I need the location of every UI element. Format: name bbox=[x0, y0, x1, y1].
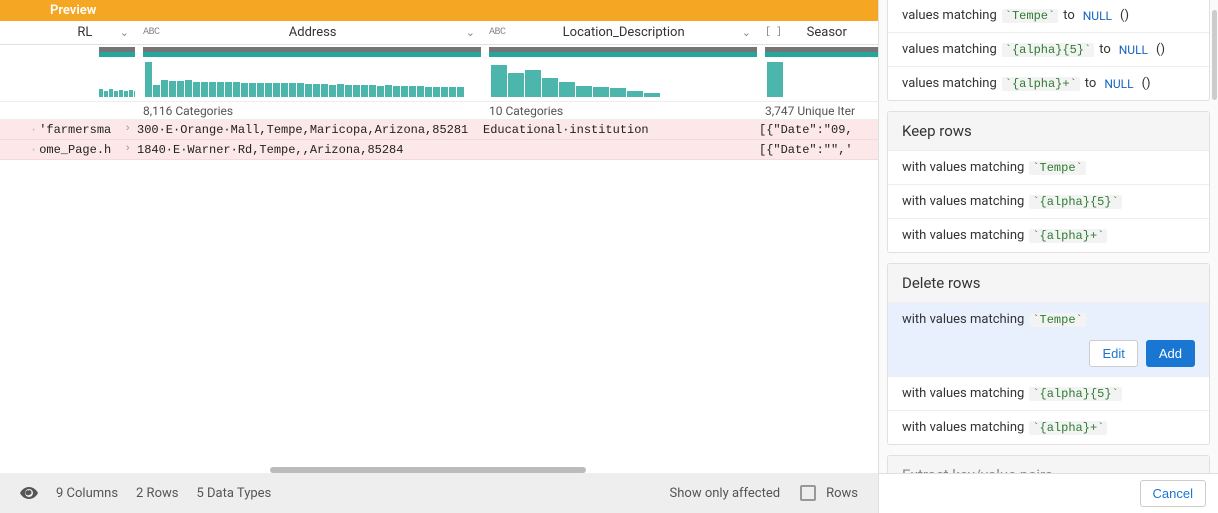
cell-seas: [{"Date":"",' bbox=[757, 143, 878, 157]
suggestion-item[interactable]: with values matching `{alpha}+` bbox=[888, 410, 1209, 444]
footer-columns: 9 Columns bbox=[56, 486, 118, 501]
table-row[interactable]: ·'farmersma › 300·E·Orange·Mall,Tempe,Ma… bbox=[0, 120, 878, 140]
group-header-delete: Delete rows bbox=[888, 264, 1209, 302]
grid-footer: 9 Columns 2 Rows 5 Data Types Show only … bbox=[0, 473, 878, 513]
preview-tab[interactable]: Preview bbox=[0, 0, 878, 21]
add-button[interactable]: Add bbox=[1146, 340, 1195, 367]
histogram-address[interactable] bbox=[135, 45, 481, 101]
suggestion-group-delete: Delete rows with values matching `Tempe`… bbox=[887, 263, 1210, 445]
type-badge: [ ] bbox=[765, 27, 782, 38]
suggestion-item[interactable]: with values matching `Tempe` bbox=[888, 150, 1209, 184]
column-header-location[interactable]: ABC Location_Description ⌄ bbox=[481, 21, 757, 44]
suggestions-footer: Cancel bbox=[879, 473, 1218, 513]
stats-seas: 3,747 Unique Iter bbox=[757, 104, 878, 118]
stats-addr: 8,116 Categories bbox=[135, 104, 481, 118]
suggestion-item[interactable]: with values matching `{alpha}{5}` bbox=[888, 376, 1209, 410]
column-name: Location_Description bbox=[506, 25, 742, 40]
suggestions-panel: values matching `Tempe` to NULL()values … bbox=[878, 0, 1218, 513]
group-header-extract: Extract key/value pairs bbox=[888, 456, 1209, 473]
cancel-button[interactable]: Cancel bbox=[1140, 480, 1206, 507]
show-only-affected-label: Show only affected bbox=[670, 486, 781, 501]
suggestion-item[interactable]: values matching `{alpha}{5}` to NULL() bbox=[888, 32, 1209, 66]
chevron-right-icon[interactable]: › bbox=[124, 143, 131, 155]
histogram-location[interactable] bbox=[481, 45, 757, 101]
cell-addr: 300·E·Orange·Mall,Tempe,Maricopa,Arizona… bbox=[135, 123, 481, 137]
chevron-down-icon[interactable]: ⌄ bbox=[466, 26, 475, 39]
suggestion-group-keep: Keep rows with values matching `Tempe`wi… bbox=[887, 111, 1210, 253]
data-rows: ·'farmersma › 300·E·Orange·Mall,Tempe,Ma… bbox=[0, 120, 878, 513]
suggestion-item[interactable]: with values matching `{alpha}{5}` bbox=[888, 184, 1209, 218]
footer-rows-label: Rows bbox=[826, 486, 858, 501]
column-name: RL bbox=[50, 25, 120, 40]
histogram-row bbox=[0, 45, 878, 102]
eye-icon[interactable] bbox=[20, 484, 38, 503]
chevron-down-icon[interactable]: ⌄ bbox=[742, 26, 751, 39]
columns-header: RL ⌄ ABC Address ⌄ ABC Location_Descript… bbox=[0, 21, 878, 45]
cell-url: ·ome_Page.h › bbox=[0, 143, 135, 157]
histogram-url[interactable] bbox=[0, 45, 135, 101]
chevron-right-icon[interactable]: › bbox=[124, 123, 131, 135]
column-header-seasons[interactable]: [ ] Seasor bbox=[757, 21, 878, 44]
suggestion-item[interactable]: values matching `Tempe` to NULL() bbox=[888, 0, 1209, 32]
suggestion-item[interactable]: with values matching `{alpha}+` bbox=[888, 218, 1209, 252]
suggestion-item[interactable]: values matching `{alpha}+` to NULL() bbox=[888, 66, 1209, 100]
footer-types: 5 Data Types bbox=[196, 486, 271, 501]
footer-rows: 2 Rows bbox=[136, 486, 178, 501]
cell-addr: 1840·E·Warner·Rd,Tempe,,Arizona,85284 bbox=[135, 143, 481, 157]
column-name: Seasor bbox=[782, 25, 872, 40]
type-badge: ABC bbox=[489, 27, 506, 38]
group-header-keep: Keep rows bbox=[888, 112, 1209, 150]
suggestion-group-extract: Extract key/value pairs bbox=[887, 455, 1210, 473]
stats-loc: 10 Categories bbox=[481, 104, 757, 118]
column-name: Address bbox=[160, 25, 466, 40]
stats-row: 8,116 Categories 10 Categories 3,747 Uni… bbox=[0, 102, 878, 120]
table-row[interactable]: ·ome_Page.h › 1840·E·Warner·Rd,Tempe,,Ar… bbox=[0, 140, 878, 160]
edit-button[interactable]: Edit bbox=[1089, 340, 1137, 367]
vertical-scrollbar[interactable] bbox=[1212, 10, 1217, 100]
column-header-url[interactable]: RL ⌄ bbox=[0, 21, 135, 44]
cell-loc: Educational·institution bbox=[481, 123, 757, 137]
suggestion-item[interactable]: with values matching `Tempe`EditAdd bbox=[888, 302, 1209, 376]
chevron-down-icon[interactable]: ⌄ bbox=[120, 26, 129, 39]
suggestion-group-set: values matching `Tempe` to NULL()values … bbox=[887, 0, 1210, 101]
cell-seas: [{"Date":"09, bbox=[757, 123, 878, 137]
show-only-affected-checkbox[interactable] bbox=[800, 485, 816, 501]
cell-url: ·'farmersma › bbox=[0, 123, 135, 137]
histogram-seasons[interactable] bbox=[757, 45, 878, 101]
type-badge: ABC bbox=[143, 27, 160, 38]
column-header-address[interactable]: ABC Address ⌄ bbox=[135, 21, 481, 44]
